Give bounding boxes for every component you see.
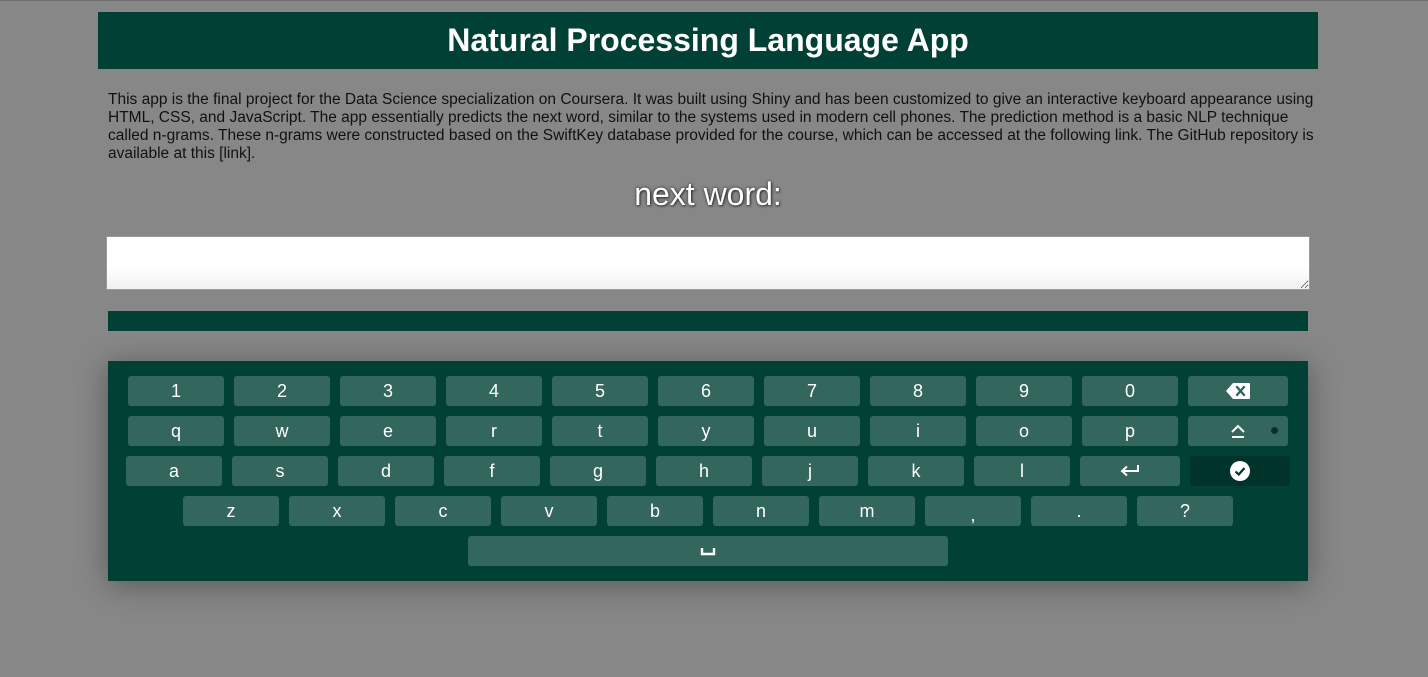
accept-key[interactable] bbox=[1190, 456, 1290, 486]
enter-icon bbox=[1120, 465, 1139, 477]
key-s[interactable]: s bbox=[232, 456, 328, 486]
space-bar-icon bbox=[700, 548, 716, 556]
window-top-border bbox=[0, 0, 1428, 1]
key-z[interactable]: z bbox=[183, 496, 279, 526]
backspace-key[interactable] bbox=[1188, 376, 1288, 406]
shift-icon bbox=[1231, 424, 1245, 438]
key-4[interactable]: 4 bbox=[446, 376, 542, 406]
caps-indicator bbox=[1271, 427, 1278, 434]
key-2[interactable]: 2 bbox=[234, 376, 330, 406]
enter-key[interactable] bbox=[1080, 456, 1180, 486]
key-o[interactable]: o bbox=[976, 416, 1072, 446]
page-title: Natural Processing Language App bbox=[447, 22, 969, 58]
key-5[interactable]: 5 bbox=[552, 376, 648, 406]
key-8[interactable]: 8 bbox=[870, 376, 966, 406]
key-k[interactable]: k bbox=[868, 456, 964, 486]
space-key[interactable] bbox=[468, 536, 948, 566]
key-question[interactable]: ? bbox=[1137, 496, 1233, 526]
key-x[interactable]: x bbox=[289, 496, 385, 526]
key-h[interactable]: h bbox=[656, 456, 752, 486]
key-w[interactable]: w bbox=[234, 416, 330, 446]
key-u[interactable]: u bbox=[764, 416, 860, 446]
key-v[interactable]: v bbox=[501, 496, 597, 526]
backspace-icon bbox=[1226, 383, 1250, 399]
key-p[interactable]: p bbox=[1082, 416, 1178, 446]
key-6[interactable]: 6 bbox=[658, 376, 754, 406]
key-a[interactable]: a bbox=[126, 456, 222, 486]
prediction-bar[interactable] bbox=[108, 311, 1308, 331]
key-period[interactable]: . bbox=[1031, 496, 1127, 526]
key-g[interactable]: g bbox=[550, 456, 646, 486]
key-q[interactable]: q bbox=[128, 416, 224, 446]
shift-key[interactable] bbox=[1188, 416, 1288, 446]
key-d[interactable]: d bbox=[338, 456, 434, 486]
key-9[interactable]: 9 bbox=[976, 376, 1072, 406]
key-t[interactable]: t bbox=[552, 416, 648, 446]
app-description: This app is the final project for the Da… bbox=[108, 91, 1314, 162]
key-1[interactable]: 1 bbox=[128, 376, 224, 406]
next-word-label: next word: bbox=[634, 176, 782, 212]
key-e[interactable]: e bbox=[340, 416, 436, 446]
key-m[interactable]: m bbox=[819, 496, 915, 526]
key-f[interactable]: f bbox=[444, 456, 540, 486]
key-b[interactable]: b bbox=[607, 496, 703, 526]
text-input[interactable] bbox=[106, 236, 1310, 290]
key-r[interactable]: r bbox=[446, 416, 542, 446]
key-0[interactable]: 0 bbox=[1082, 376, 1178, 406]
key-c[interactable]: c bbox=[395, 496, 491, 526]
key-i[interactable]: i bbox=[870, 416, 966, 446]
key-comma[interactable]: , bbox=[925, 496, 1021, 526]
key-y[interactable]: y bbox=[658, 416, 754, 446]
check-circle-icon bbox=[1230, 461, 1250, 481]
key-l[interactable]: l bbox=[974, 456, 1070, 486]
key-j[interactable]: j bbox=[762, 456, 858, 486]
key-3[interactable]: 3 bbox=[340, 376, 436, 406]
app-header: Natural Processing Language App bbox=[98, 12, 1318, 69]
key-7[interactable]: 7 bbox=[764, 376, 860, 406]
key-n[interactable]: n bbox=[713, 496, 809, 526]
virtual-keyboard: 1 2 3 4 5 6 7 8 9 0 q w e r t y u i o p … bbox=[108, 361, 1308, 581]
